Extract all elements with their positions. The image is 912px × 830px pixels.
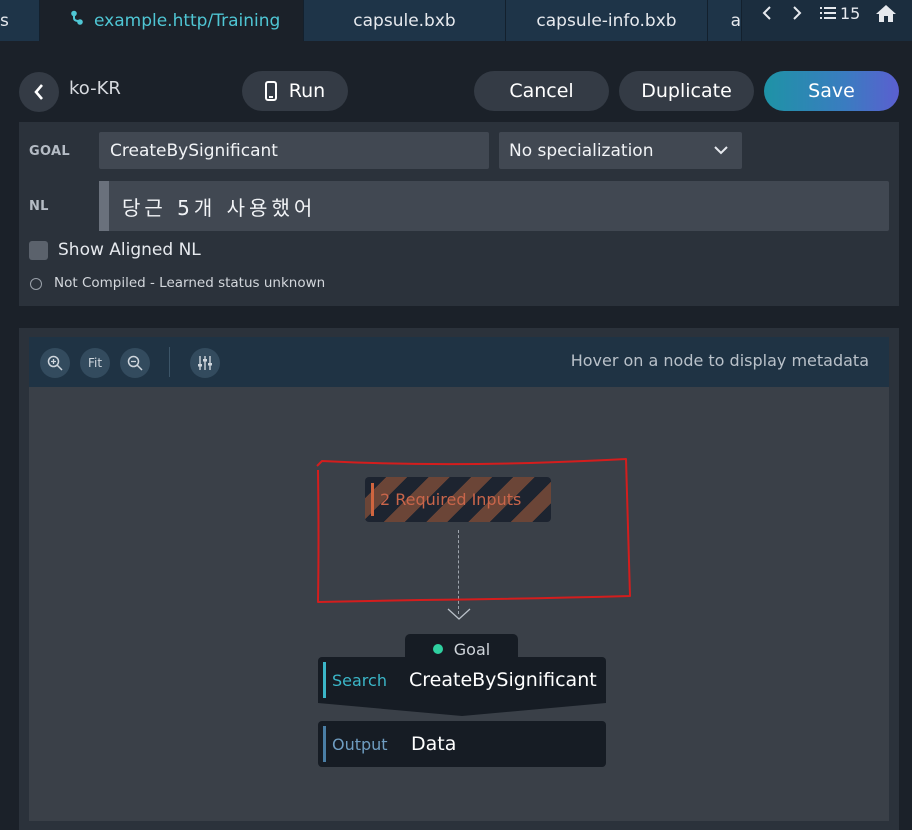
- back-button[interactable]: [19, 72, 59, 112]
- tab-capsule-bxb[interactable]: capsule.bxb: [304, 0, 506, 41]
- output-node[interactable]: Output Data: [318, 721, 606, 767]
- run-button-label: Run: [288, 80, 326, 102]
- chevron-left-icon: [34, 84, 43, 100]
- tab-training-label: example.http/Training: [94, 10, 281, 31]
- tab-previous-partial-label: s: [0, 10, 9, 31]
- toolbar-divider: [169, 347, 170, 377]
- zoom-out-button[interactable]: [120, 348, 150, 378]
- nl-input[interactable]: 당근 5개 사용했어: [99, 181, 889, 231]
- training-icon: [70, 10, 84, 31]
- specialization-select[interactable]: No specialization: [499, 132, 742, 169]
- fit-button[interactable]: Fit: [80, 348, 110, 378]
- chevron-down-icon: [714, 146, 728, 155]
- list-icon: [820, 7, 836, 19]
- graph-toolbar: Fit Hover on a node to display metadata: [29, 337, 889, 387]
- hover-hint: Hover on a node to display metadata: [570, 351, 869, 370]
- run-button[interactable]: Run: [242, 71, 348, 111]
- chevron-left-icon[interactable]: [758, 2, 776, 24]
- output-node-name: Data: [411, 733, 457, 755]
- tab-list-button[interactable]: 15: [820, 3, 860, 23]
- show-aligned-nl-label[interactable]: Show Aligned NL: [58, 240, 201, 260]
- search-node-name: CreateBySignificant: [409, 669, 597, 691]
- save-button[interactable]: Save: [764, 71, 899, 111]
- tab-capsule-info-bxb[interactable]: capsule-info.bxb: [506, 0, 708, 41]
- status-indicator-icon: [30, 278, 42, 290]
- tab-bar: s example.http/Training capsule.bxb caps…: [0, 0, 912, 41]
- zoom-in-icon: [47, 355, 63, 371]
- tab-controls: 15: [742, 0, 912, 41]
- locale-label: ko-KR: [69, 78, 121, 99]
- goal-label: GOAL: [29, 144, 70, 159]
- tab-capsule-info-bxb-label: capsule-info.bxb: [536, 10, 677, 31]
- sliders-icon: [198, 356, 212, 370]
- specialization-value: No specialization: [509, 140, 654, 161]
- annotation-highlight: [316, 458, 631, 603]
- graph-settings-button[interactable]: [190, 348, 220, 378]
- search-node[interactable]: Search CreateBySignificant: [318, 657, 606, 716]
- search-node-kind: Search: [332, 670, 387, 690]
- zoom-out-icon: [127, 355, 143, 371]
- show-aligned-nl-checkbox[interactable]: [29, 241, 48, 260]
- tab-training[interactable]: example.http/Training: [40, 0, 304, 41]
- tab-next-partial[interactable]: a: [708, 0, 742, 41]
- training-entry-panel: GOAL CreateBySignificant No specializati…: [19, 122, 899, 306]
- tab-count: 15: [840, 3, 861, 23]
- output-node-kind: Output: [332, 734, 388, 754]
- output-node-accent: [323, 726, 326, 762]
- goal-status-dot: [432, 644, 443, 654]
- zoom-in-button[interactable]: [40, 348, 70, 378]
- compile-status-text: Not Compiled - Learned status unknown: [54, 275, 326, 291]
- tab-previous-partial[interactable]: s: [0, 0, 40, 41]
- goal-input[interactable]: CreateBySignificant: [99, 132, 489, 169]
- tab-next-partial-label: a: [730, 10, 741, 31]
- home-icon[interactable]: [875, 3, 897, 23]
- search-node-accent: [323, 662, 326, 698]
- nl-label: NL: [29, 199, 49, 214]
- tab-capsule-bxb-label: capsule.bxb: [353, 10, 456, 31]
- duplicate-button[interactable]: Duplicate: [619, 71, 754, 111]
- goal-tag-label: Goal: [453, 639, 491, 659]
- chevron-right-icon[interactable]: [788, 2, 806, 24]
- cancel-button[interactable]: Cancel: [474, 71, 609, 111]
- phone-icon: [264, 81, 277, 101]
